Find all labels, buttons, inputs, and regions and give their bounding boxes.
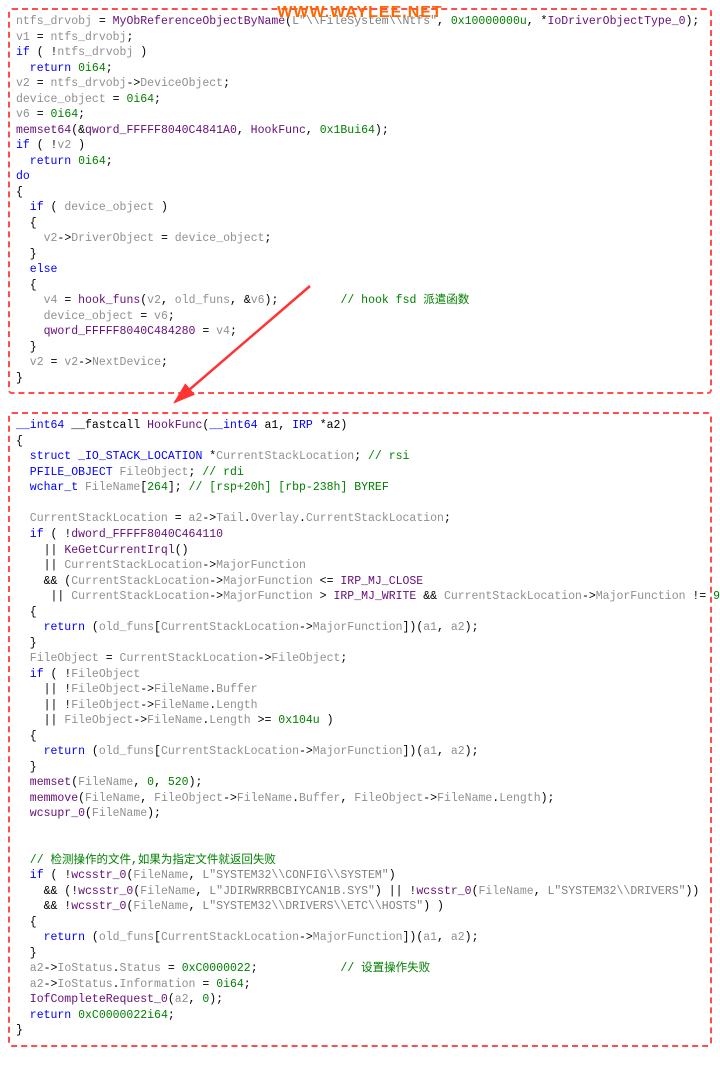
- code-block-2: __int64 __fastcall HookFunc(__int64 a1, …: [8, 412, 712, 1047]
- code-2: __int64 __fastcall HookFunc(__int64 a1, …: [16, 418, 704, 1039]
- code-block-1: ntfs_drvobj = MyObReferenceObjectByName(…: [8, 8, 712, 394]
- code-1: ntfs_drvobj = MyObReferenceObjectByName(…: [16, 14, 704, 386]
- watermark: WWW.WAYLEE.NET: [277, 2, 442, 24]
